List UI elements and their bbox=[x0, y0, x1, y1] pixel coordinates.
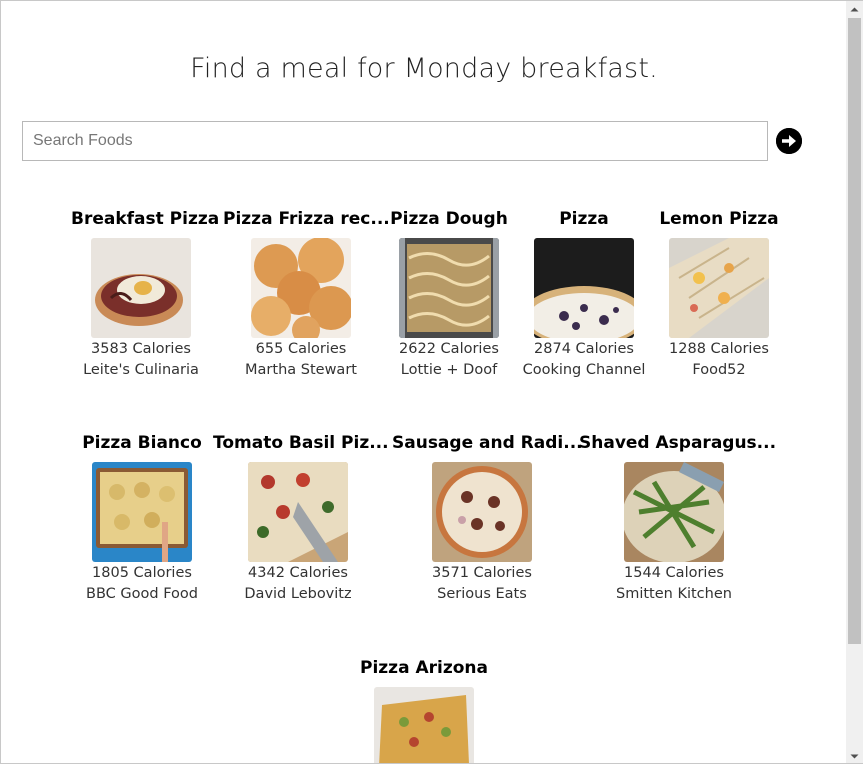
meal-source: Smitten Kitchen bbox=[616, 586, 732, 602]
meal-card[interactable]: Pizza Dough 2622 Calories Lottie + Doof bbox=[389, 208, 509, 381]
meal-source: Leite's Culinaria bbox=[83, 362, 199, 378]
meal-card[interactable]: Pizza 2874 Calories Cooking Channel bbox=[519, 208, 649, 381]
meal-title[interactable]: Pizza Bianco bbox=[77, 432, 207, 454]
meal-title[interactable]: Breakfast Pizza bbox=[71, 208, 219, 230]
meal-source: Lottie + Doof bbox=[400, 362, 498, 378]
scrollbar-thumb[interactable] bbox=[848, 18, 861, 644]
meal-title[interactable]: Shaved Asparagus... bbox=[579, 432, 776, 454]
meal-card[interactable]: Pizza Frizza rec... 655 Calories Martha … bbox=[223, 208, 390, 381]
meal-source: David Lebovitz bbox=[244, 586, 352, 602]
meal-source: BBC Good Food bbox=[86, 586, 198, 602]
arrow-right-circle-icon bbox=[776, 128, 802, 154]
meal-calories: 1544 Calories bbox=[624, 565, 724, 581]
meal-calories: 2622 Calories bbox=[399, 341, 499, 357]
meal-source: Cooking Channel bbox=[522, 362, 646, 378]
meal-image[interactable] bbox=[624, 462, 724, 562]
meal-source: Martha Stewart bbox=[245, 362, 357, 378]
meal-calories: 655 Calories bbox=[255, 341, 347, 357]
meal-calories: 1288 Calories bbox=[669, 341, 769, 357]
meal-image[interactable] bbox=[669, 238, 769, 338]
meal-source: Serious Eats bbox=[437, 586, 527, 602]
meal-calories: 3571 Calories bbox=[432, 565, 532, 581]
meal-card[interactable]: Breakfast Pizza 3583 Calories Leite's Cu… bbox=[71, 208, 219, 381]
meal-image[interactable] bbox=[534, 238, 634, 338]
scroll-up-arrow-icon[interactable] bbox=[846, 1, 863, 18]
meal-title[interactable]: Pizza Dough bbox=[389, 208, 509, 230]
meal-image[interactable] bbox=[251, 238, 351, 338]
meal-image[interactable] bbox=[91, 238, 191, 338]
meal-image[interactable] bbox=[399, 238, 499, 338]
meal-card[interactable]: Tomato Basil Piz... 4342 Calories David … bbox=[213, 432, 389, 605]
page-content: Find a meal for Monday breakfast. Breakf… bbox=[1, 1, 847, 764]
meal-source: Food52 bbox=[692, 362, 746, 378]
meal-calories: 4342 Calories bbox=[248, 565, 348, 581]
meal-image[interactable] bbox=[374, 687, 474, 764]
meal-calories: 3583 Calories bbox=[91, 341, 191, 357]
meal-image[interactable] bbox=[92, 462, 192, 562]
page-title: Find a meal for Monday breakfast. bbox=[190, 53, 658, 84]
browser-window: Find a meal for Monday breakfast. Breakf… bbox=[0, 0, 863, 764]
meal-card[interactable]: Shaved Asparagus... 1544 Calories Smitte… bbox=[579, 432, 776, 605]
meal-card[interactable]: Sausage and Radi... 3571 Calories Seriou… bbox=[392, 432, 583, 605]
meal-card[interactable]: Pizza Arizona bbox=[354, 657, 494, 764]
meal-image[interactable] bbox=[432, 462, 532, 562]
meal-calories: 1805 Calories bbox=[92, 565, 192, 581]
meal-title[interactable]: Sausage and Radi... bbox=[392, 432, 583, 454]
meal-title[interactable]: Pizza Frizza rec... bbox=[223, 208, 390, 230]
meal-card[interactable]: Lemon Pizza 1288 Calories Food52 bbox=[659, 208, 779, 381]
vertical-scrollbar[interactable] bbox=[846, 1, 863, 763]
search-submit-button[interactable] bbox=[776, 128, 802, 154]
scroll-down-arrow-icon[interactable] bbox=[846, 748, 863, 763]
meal-calories: 2874 Calories bbox=[534, 341, 634, 357]
meal-title[interactable]: Lemon Pizza bbox=[659, 208, 779, 230]
meal-image[interactable] bbox=[248, 462, 348, 562]
search-input[interactable] bbox=[22, 121, 768, 161]
meal-title[interactable]: Pizza Arizona bbox=[354, 657, 494, 679]
meal-title[interactable]: Tomato Basil Piz... bbox=[213, 432, 389, 454]
meal-title[interactable]: Pizza bbox=[519, 208, 649, 230]
meal-card[interactable]: Pizza Bianco 1805 Calories BBC Good Food bbox=[77, 432, 207, 605]
